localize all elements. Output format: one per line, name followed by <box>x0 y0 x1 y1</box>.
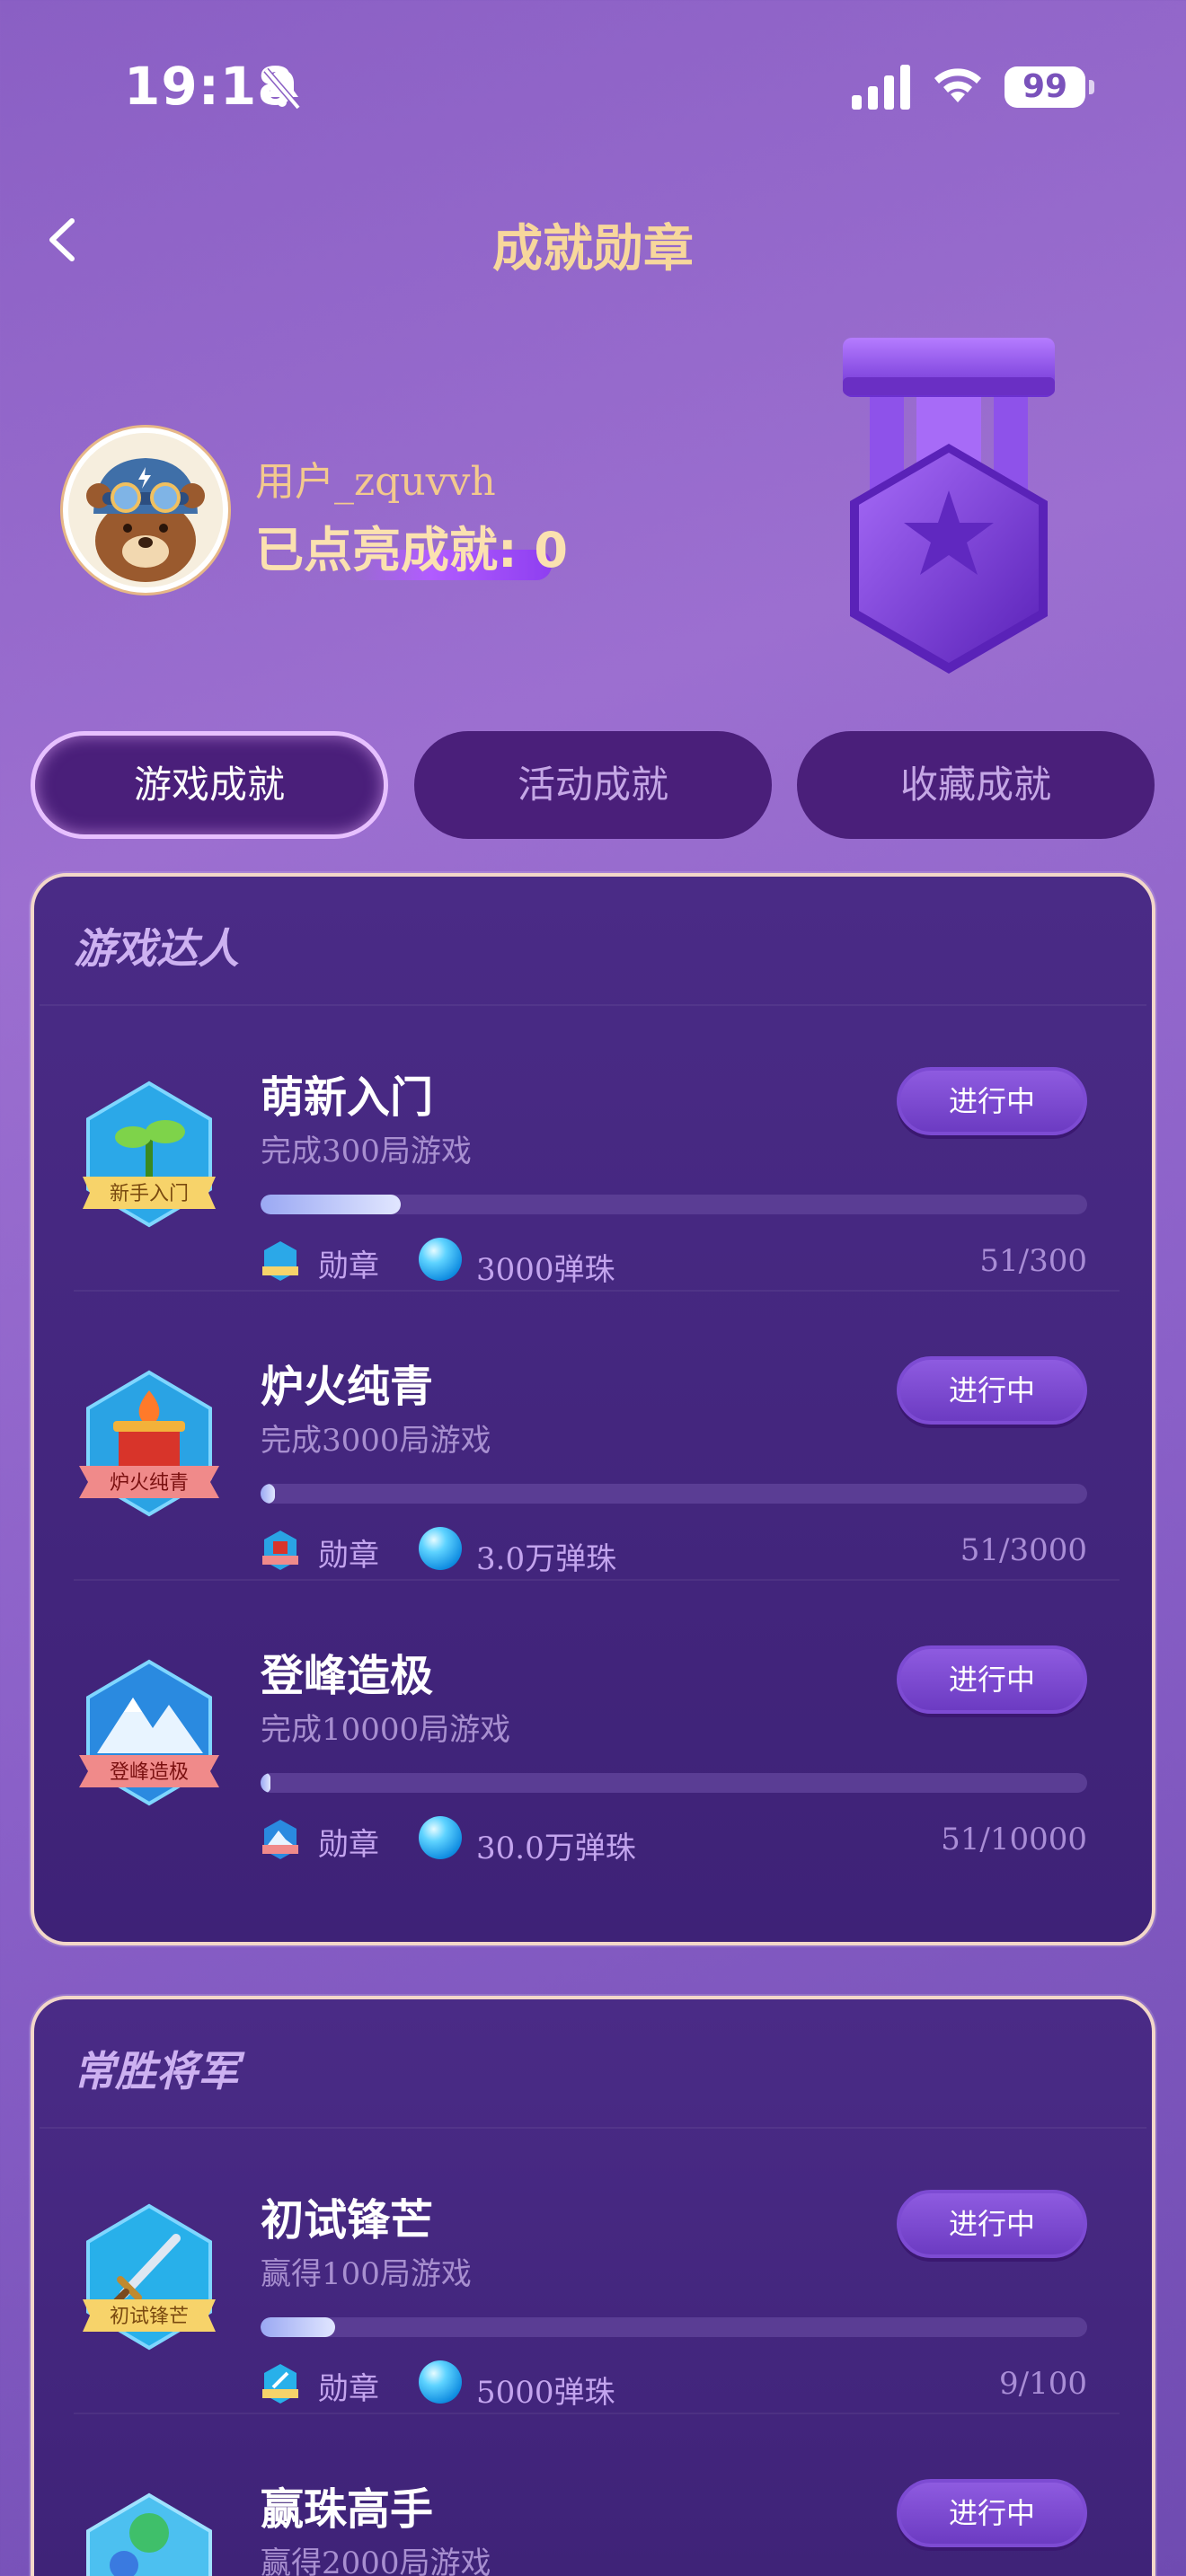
mini-medal-icon <box>262 2364 298 2404</box>
reward-medal-label: 勋章 <box>318 1248 379 1284</box>
reward-amount: 3.0万弹珠 <box>476 1541 617 1577</box>
mini-medal-icon <box>262 1531 298 1570</box>
progress-fill <box>261 2317 335 2337</box>
achievement-desc: 完成300局游戏 <box>261 1134 472 1169</box>
achievement-item: 炉火纯青 炉火纯青 完成3000局游戏 进行中 勋章 3.0万弹珠 51/300… <box>34 1292 1152 1581</box>
section-title: 游戏达人 <box>74 924 239 973</box>
section-card-ever-victorious: 常胜将军 初试锋芒 初试锋芒 赢得100局游戏 进行中 勋章 5000弹珠 9/… <box>31 1996 1155 2576</box>
achievement-item: 初试锋芒 初试锋芒 赢得100局游戏 进行中 勋章 5000弹珠 9/100 <box>34 2125 1152 2414</box>
status-in-progress-button[interactable]: 进行中 <box>897 2190 1087 2258</box>
status-in-progress-button[interactable]: 进行中 <box>897 2479 1087 2547</box>
progress-fill <box>261 1484 275 1504</box>
marble-icon <box>419 2360 462 2404</box>
achievement-desc: 完成10000局游戏 <box>261 1712 511 1748</box>
status-bar: 19:18 99 <box>0 0 1186 171</box>
achievement-name: 登峰造极 <box>261 1651 434 1701</box>
tab-game-achievements[interactable]: 游戏成就 <box>31 731 388 839</box>
achievement-count: 已点亮成就: 0 <box>255 522 568 578</box>
progress-bar <box>261 1484 1087 1504</box>
marble-icon <box>419 1527 462 1570</box>
progress-fill <box>261 1195 402 1214</box>
svg-text:新手入门: 新手入门 <box>110 1183 189 1205</box>
mini-medal-icon <box>262 1241 298 1281</box>
status-in-progress-button[interactable]: 进行中 <box>897 1067 1087 1135</box>
achievement-name: 炉火纯青 <box>261 1362 434 1412</box>
svg-text:登峰造极: 登峰造极 <box>110 1761 189 1784</box>
achievement-desc: 赢得100局游戏 <box>261 2256 472 2292</box>
reward-amount: 5000弹珠 <box>476 2375 615 2411</box>
sprout-badge-icon: 新手入门 <box>83 1081 216 1228</box>
sword-badge-icon: 初试锋芒 <box>83 2203 216 2351</box>
achievement-desc: 赢得2000局游戏 <box>261 2545 491 2576</box>
reward-medal-label: 勋章 <box>318 2371 379 2407</box>
progress-fill <box>261 1773 271 1793</box>
marble-icon <box>419 1816 462 1859</box>
achievement-desc: 完成3000局游戏 <box>261 1423 491 1459</box>
tab-collection-achievements[interactable]: 收藏成就 <box>797 731 1155 839</box>
section-card-game-master: 游戏达人 新手入门 萌新入门 完成300局游戏 进行中 勋章 3000弹珠 51… <box>31 873 1155 1945</box>
reward-amount: 30.0万弹珠 <box>476 1831 636 1866</box>
signal-icon <box>852 65 910 110</box>
page-title: 成就勋章 <box>492 220 694 278</box>
achievement-name: 萌新入门 <box>261 1072 434 1123</box>
bear-avatar-icon <box>68 433 223 587</box>
achievement-name: 初试锋芒 <box>261 2195 434 2245</box>
marble-badge-icon <box>86 2492 212 2576</box>
reward-medal-label: 勋章 <box>318 1827 379 1863</box>
progress-bar <box>261 1773 1087 1793</box>
progress-count: 51/300 <box>979 1243 1087 1279</box>
progress-count: 9/100 <box>999 2366 1087 2402</box>
status-in-progress-button[interactable]: 进行中 <box>897 1356 1087 1425</box>
svg-text:初试锋芒: 初试锋芒 <box>110 2306 189 2328</box>
achievement-item: 新手入门 萌新入门 完成300局游戏 进行中 勋章 3000弹珠 51/300 <box>34 1002 1152 1292</box>
reward-medal-label: 勋章 <box>318 1538 379 1574</box>
furnace-badge-icon: 炉火纯青 <box>79 1370 219 1517</box>
username: 用户_zquvvh <box>255 459 496 505</box>
section-title: 常胜将军 <box>74 2047 239 2095</box>
marble-icon <box>419 1238 462 1281</box>
achievement-name: 赢珠高手 <box>261 2484 434 2535</box>
progress-count: 51/3000 <box>960 1532 1087 1568</box>
progress-count: 51/10000 <box>941 1822 1087 1857</box>
medal-star-icon <box>843 338 1055 674</box>
progress-bar <box>261 2317 1087 2337</box>
mountain-badge-icon: 登峰造极 <box>79 1659 219 1806</box>
wifi-icon <box>934 68 981 102</box>
svg-text:炉火纯青: 炉火纯青 <box>110 1472 189 1495</box>
achievement-item: 登峰造极 登峰造极 完成10000局游戏 进行中 勋章 30.0万弹珠 51/1… <box>34 1581 1152 1870</box>
achievement-item: 赢珠高手 赢得2000局游戏 进行中 <box>34 2414 1152 2576</box>
bell-muted-icon <box>263 67 301 110</box>
tab-activity-achievements[interactable]: 活动成就 <box>414 731 772 839</box>
battery-indicator: 99 <box>1005 66 1094 108</box>
mini-medal-icon <box>262 1820 298 1859</box>
reward-amount: 3000弹珠 <box>476 1252 615 1288</box>
status-in-progress-button[interactable]: 进行中 <box>897 1645 1087 1714</box>
progress-bar <box>261 1195 1087 1214</box>
avatar <box>63 428 228 593</box>
